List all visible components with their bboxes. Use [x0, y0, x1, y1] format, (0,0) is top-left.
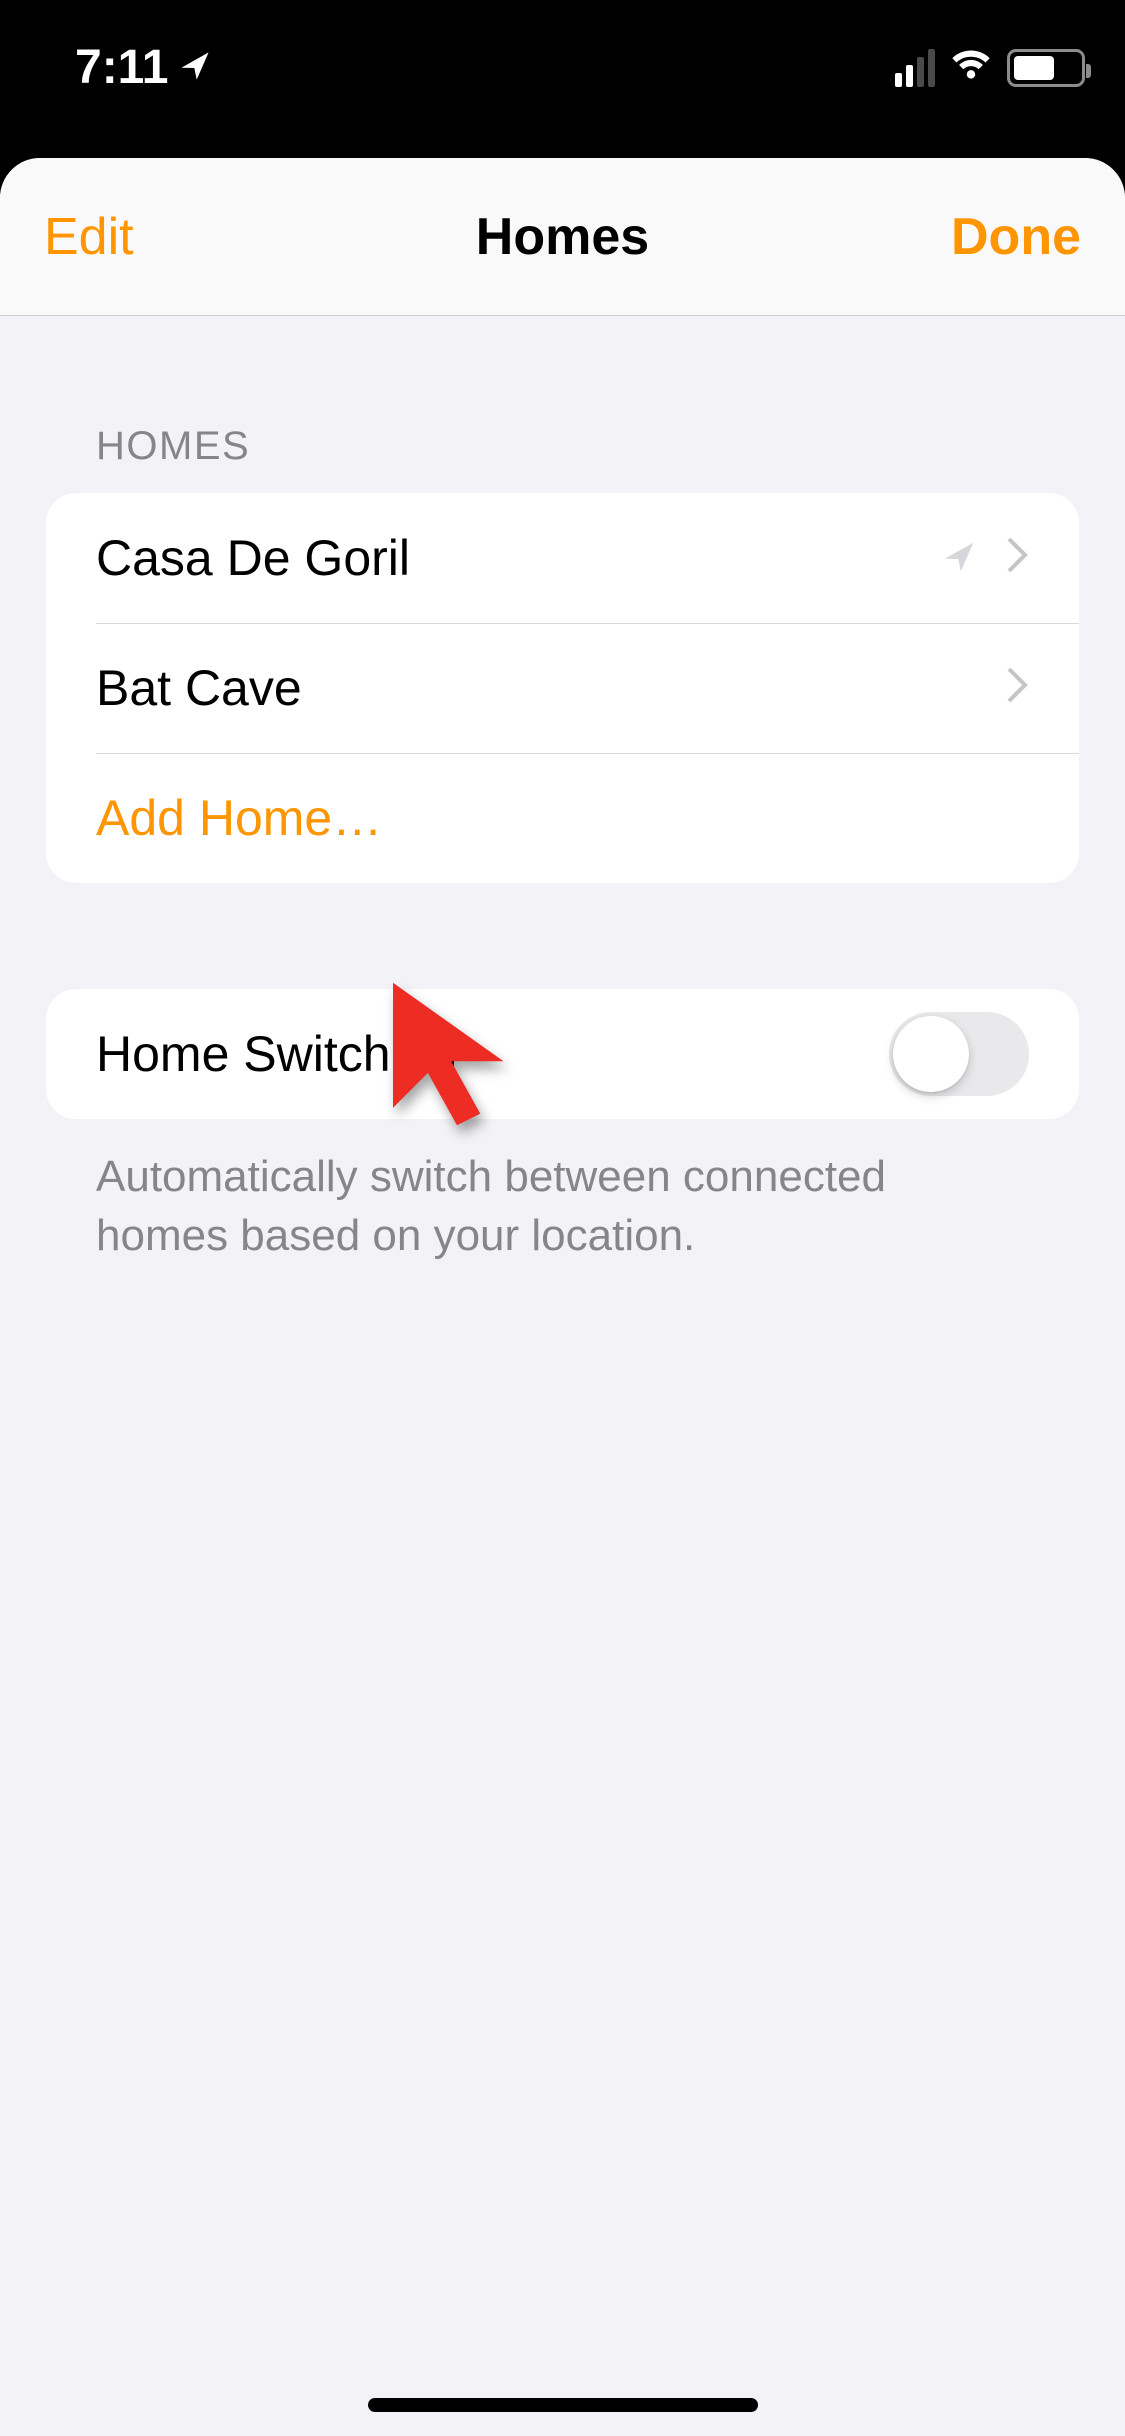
location-indicator-icon [941, 529, 977, 587]
edit-button[interactable]: Edit [44, 208, 134, 266]
home-row[interactable]: Bat Cave [46, 623, 1079, 753]
nav-bar: Edit Homes Done [0, 158, 1125, 316]
status-time-group: 7:11 [75, 40, 212, 95]
home-row-label: Casa De Goril [96, 529, 941, 587]
switching-section-footer: Automatically switch between connected h… [46, 1147, 1079, 1266]
add-home-label: Add Home… [96, 789, 1029, 847]
chevron-right-icon [1005, 659, 1029, 717]
cellular-signal-icon [895, 49, 935, 87]
status-time: 7:11 [75, 40, 168, 95]
home-switching-toggle[interactable] [889, 1012, 1029, 1096]
modal-sheet: Edit Homes Done HOMES Casa De Goril [0, 158, 1125, 2436]
status-bar: 7:11 [0, 0, 1125, 135]
chevron-right-icon [1005, 529, 1029, 587]
location-services-icon [178, 40, 212, 95]
page-title: Homes [476, 207, 649, 267]
add-home-button[interactable]: Add Home… [46, 753, 1079, 883]
switching-list: Home Switching [46, 989, 1079, 1119]
homes-list: Casa De Goril Bat Cave [46, 493, 1079, 883]
home-switching-label: Home Switching [96, 1025, 889, 1083]
home-row[interactable]: Casa De Goril [46, 493, 1079, 623]
homes-section-header: HOMES [46, 424, 1079, 469]
home-indicator[interactable] [368, 2398, 758, 2412]
wifi-icon [949, 48, 993, 87]
battery-icon [1007, 49, 1085, 87]
home-switching-row: Home Switching [46, 989, 1079, 1119]
status-right-group [895, 48, 1085, 87]
done-button[interactable]: Done [951, 208, 1081, 266]
home-row-label: Bat Cave [96, 659, 1005, 717]
